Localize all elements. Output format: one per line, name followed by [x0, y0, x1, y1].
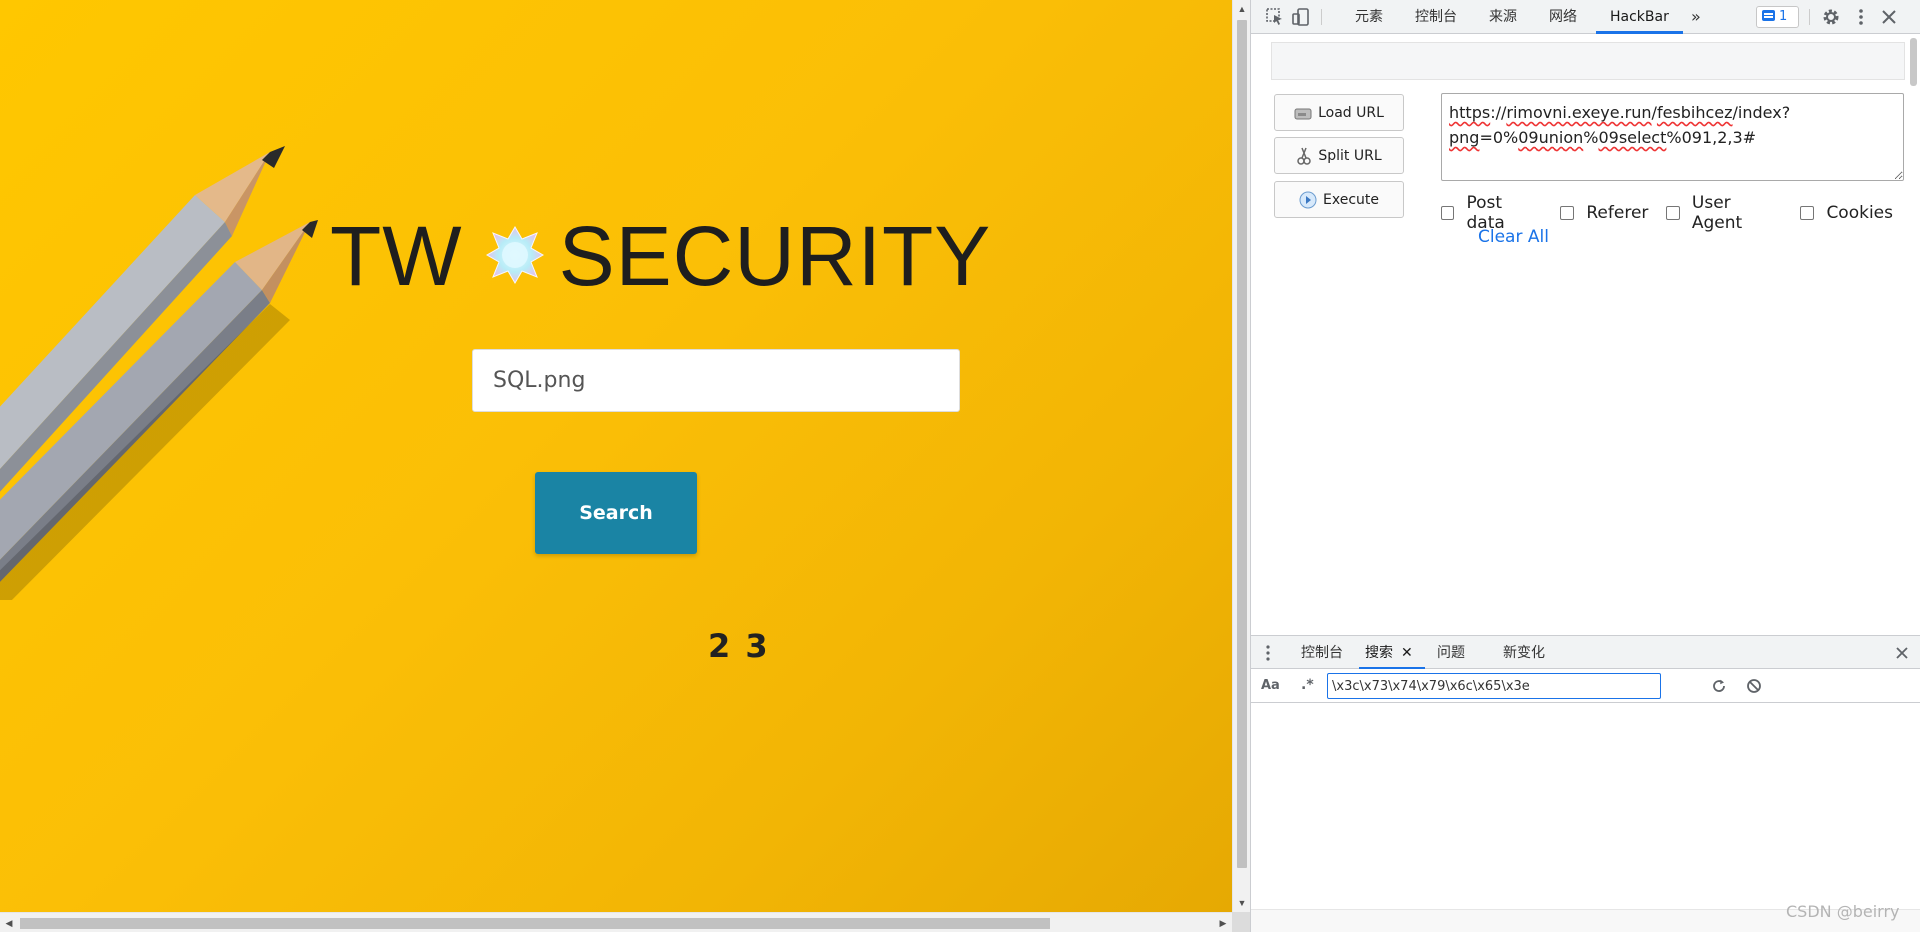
split-url-label: Split URL — [1318, 147, 1382, 164]
device-toolbar-icon[interactable] — [1291, 7, 1311, 27]
hackbar-scroll-thumb[interactable] — [1910, 38, 1917, 86]
query-result-text: 2 3 — [708, 627, 770, 665]
user-agent-checkbox[interactable]: User Agent — [1666, 193, 1782, 233]
checkbox-box[interactable] — [1666, 206, 1680, 220]
option-label: User Agent — [1691, 193, 1743, 233]
page-horizontal-scrollbar[interactable]: ◀ ▶ — [0, 912, 1232, 932]
checkbox-box[interactable] — [1560, 206, 1575, 220]
cookies-checkbox[interactable]: Cookies — [1800, 203, 1893, 223]
close-drawer-icon[interactable] — [1895, 646, 1909, 660]
site-title: TW SECURITY — [330, 208, 991, 305]
scroll-down-arrow-icon[interactable]: ▼ — [1233, 894, 1251, 912]
url-part: 09union — [1518, 128, 1584, 147]
search-input[interactable] — [472, 349, 960, 412]
gear-icon[interactable] — [1821, 7, 1841, 27]
load-url-label: Load URL — [1318, 104, 1384, 121]
url-part: rimovni.exeye.run — [1506, 103, 1652, 122]
pencils-image — [0, 146, 318, 600]
message-bubble-icon — [1762, 10, 1775, 21]
url-part: fesbihcez — [1656, 103, 1733, 122]
execute-button[interactable]: Execute — [1274, 181, 1404, 218]
scissors-icon — [1297, 147, 1312, 165]
checkbox-box[interactable] — [1441, 206, 1455, 220]
load-url-button[interactable]: Load URL — [1274, 94, 1404, 131]
option-label: Cookies — [1826, 203, 1893, 223]
clear-all-link[interactable]: Clear All — [1478, 227, 1549, 247]
option-label: Referer — [1586, 203, 1649, 223]
url-part: /index? — [1732, 103, 1791, 122]
inspect-element-icon[interactable] — [1265, 7, 1285, 27]
horizontal-scroll-thumb[interactable] — [20, 918, 1050, 929]
drawer-tab-whats-new[interactable]: 新变化 — [1503, 636, 1545, 670]
tab-separator — [1321, 9, 1322, 25]
scroll-right-arrow-icon[interactable]: ▶ — [1214, 913, 1232, 933]
site-title-right: SECURITY — [558, 209, 992, 303]
url-part: :// — [1490, 103, 1507, 122]
site-title-left: TW — [330, 209, 463, 303]
url-textarea[interactable]: https://rimovni.exeye.run/fesbihcez/inde… — [1441, 93, 1904, 181]
url-part: =0% — [1479, 128, 1519, 147]
refresh-icon[interactable] — [1711, 678, 1727, 694]
gem-logo-icon — [485, 208, 545, 305]
regex-toggle[interactable]: .* — [1301, 677, 1314, 693]
checkbox-box[interactable] — [1800, 206, 1815, 220]
drive-icon — [1294, 108, 1312, 119]
drawer-tab-bar: 控制台 搜索 ✕ 问题 新变化 — [1251, 635, 1920, 670]
drawer-menu-icon[interactable] — [1265, 644, 1271, 662]
more-tabs-icon[interactable]: » — [1691, 0, 1701, 34]
clear-search-icon[interactable] — [1746, 678, 1762, 694]
url-part: %091,2,3# — [1666, 128, 1757, 147]
drawer-tab-console[interactable]: 控制台 — [1301, 636, 1343, 670]
hackbar-scrollbar[interactable] — [1906, 34, 1920, 89]
kebab-menu-icon[interactable] — [1851, 7, 1871, 27]
search-toolbar: Aa .* — [1251, 669, 1920, 703]
tab-console[interactable]: 控制台 — [1415, 0, 1457, 34]
scroll-left-arrow-icon[interactable]: ◀ — [0, 913, 18, 933]
execute-label: Execute — [1323, 191, 1379, 208]
drawer-tab-search-label: 搜索 — [1365, 645, 1393, 661]
url-part: png — [1449, 128, 1480, 147]
tab-separator — [1809, 9, 1810, 25]
close-icon[interactable] — [1879, 7, 1899, 27]
play-icon — [1299, 191, 1317, 208]
devtools-tab-bar: 元素 控制台 来源 网络 HackBar » 1 — [1251, 0, 1920, 34]
referer-checkbox[interactable]: Referer — [1560, 203, 1648, 223]
drawer-tab-issues[interactable]: 问题 — [1437, 636, 1465, 670]
url-part: https — [1449, 103, 1491, 122]
close-tab-icon[interactable]: ✕ — [1401, 645, 1413, 661]
issues-count: 1 — [1779, 9, 1788, 24]
vertical-scroll-thumb[interactable] — [1237, 20, 1247, 868]
scroll-up-arrow-icon[interactable]: ▲ — [1233, 0, 1251, 18]
split-url-button[interactable]: Split URL — [1274, 137, 1404, 174]
tab-network[interactable]: 网络 — [1549, 0, 1577, 34]
url-part: % — [1583, 128, 1599, 147]
hackbar-top-toolbar — [1271, 42, 1905, 80]
devtools-panel: 元素 控制台 来源 网络 HackBar » 1 Load URL Split … — [1250, 0, 1920, 932]
web-page-viewport: TW SECURITY Search 2 3 — [0, 0, 1232, 912]
request-options: Post data Referer User Agent Cookies — [1441, 193, 1911, 233]
devtools-search-input[interactable] — [1327, 673, 1661, 699]
match-case-toggle[interactable]: Aa — [1261, 678, 1280, 693]
tab-sources[interactable]: 来源 — [1489, 0, 1517, 34]
page-vertical-scrollbar[interactable]: ▲ ▼ — [1232, 0, 1250, 912]
search-button[interactable]: Search — [535, 472, 697, 554]
scrollbar-corner — [1232, 912, 1250, 932]
url-part: 09select — [1598, 128, 1667, 147]
tab-elements[interactable]: 元素 — [1355, 0, 1383, 34]
tab-hackbar[interactable]: HackBar — [1596, 0, 1683, 34]
drawer-tab-search[interactable]: 搜索 ✕ — [1359, 636, 1425, 670]
watermark-text: CSDN @beirry — [1786, 902, 1900, 921]
issues-badge[interactable]: 1 — [1756, 6, 1799, 28]
